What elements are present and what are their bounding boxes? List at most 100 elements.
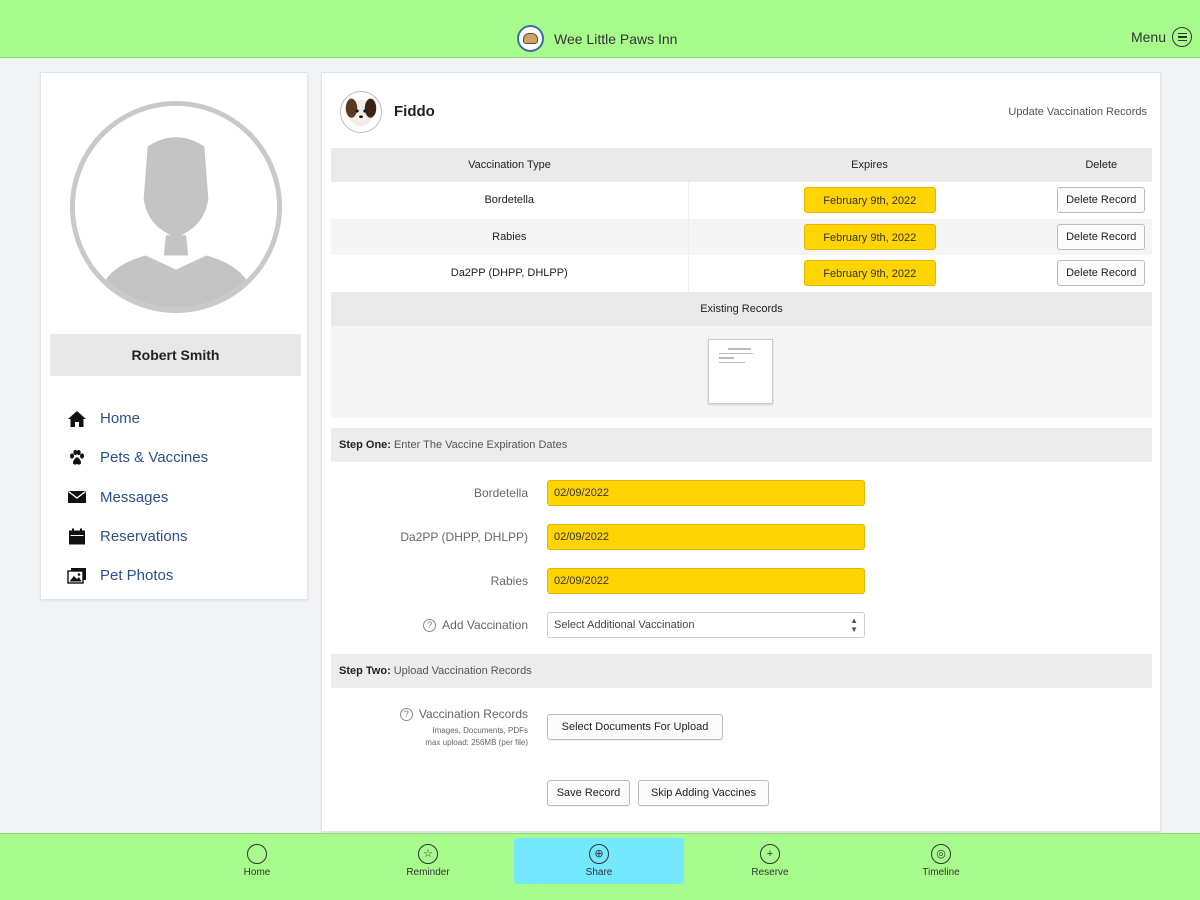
da2pp-date-input[interactable]: 02/09/2022	[547, 524, 865, 550]
save-record-button[interactable]: Save Record	[547, 780, 630, 806]
sidebar-item-label: Reservations	[100, 528, 188, 546]
vaccination-type: Rabies	[331, 218, 689, 255]
da2pp-label: Da2PP (DHPP, DHLPP)	[400, 530, 528, 544]
add-vaccination-text: Add Vaccination	[442, 618, 528, 632]
vaccination-records-label: ? Vaccination Records	[399, 707, 528, 722]
step-one-text: Enter The Vaccine Expiration Dates	[393, 439, 568, 451]
top-bar: Wee Little Paws Inn Menu	[0, 0, 1200, 58]
tab-share[interactable]: ⊕ Share	[514, 838, 684, 884]
bottom-tab-bar: Home ☆ Reminder ⊕ Share + Reserve ◎ Time…	[0, 833, 1200, 900]
avatar	[70, 101, 282, 313]
pet-name: Fiddo	[394, 103, 435, 120]
step-two-title: Step Two:	[339, 665, 391, 677]
home-icon	[66, 408, 88, 430]
existing-records-area	[331, 326, 1152, 418]
sidebar-item-label: Pet Photos	[100, 567, 174, 585]
tab-label: Timeline	[922, 867, 960, 878]
step-one-header: Step One: Enter The Vaccine Expiration D…	[331, 428, 1152, 462]
expiration-date: February 9th, 2022	[803, 260, 936, 287]
info-icon[interactable]: ?	[399, 708, 413, 722]
upload-note-types: Images, Documents, PDFs	[432, 726, 528, 735]
info-icon[interactable]: ?	[423, 619, 437, 633]
upload-note-limit: max upload: 256MB (per file)	[425, 738, 528, 747]
avatar-placeholder-icon	[75, 106, 277, 308]
select-documents-button[interactable]: Select Documents For Upload	[547, 714, 723, 740]
plus-circle-icon: +	[760, 844, 780, 864]
brand[interactable]: Wee Little Paws Inn	[517, 25, 677, 52]
tab-label: Reminder	[406, 867, 450, 878]
home-circle-icon	[247, 844, 267, 864]
sidebar-item-pets-vaccines[interactable]: Pets & Vaccines	[66, 438, 208, 477]
select-arrow-icon: ▲ ▼	[850, 616, 858, 634]
tab-reserve[interactable]: + Reserve	[685, 838, 855, 884]
tab-reminder[interactable]: ☆ Reminder	[343, 838, 513, 884]
expiration-date: February 9th, 2022	[803, 187, 936, 214]
tab-label: Home	[243, 867, 271, 878]
expiration-cell: February 9th, 2022	[688, 218, 1051, 255]
hamburger-icon	[1172, 27, 1192, 47]
app-title: Wee Little Paws Inn	[554, 30, 678, 47]
sidebar-item-pet-photos[interactable]: Pet Photos	[66, 556, 208, 595]
rabies-label: Rabies	[490, 574, 528, 588]
step-one-title: Step One:	[339, 439, 391, 451]
update-vaccination-link[interactable]: Update Vaccination Records	[1008, 106, 1147, 118]
user-name: Robert Smith	[50, 334, 301, 376]
pet-avatar	[340, 91, 382, 133]
delete-record-button[interactable]: Delete Record	[1057, 260, 1146, 287]
vaccination-type: Bordetella	[331, 182, 689, 219]
reminder-icon: ☆	[418, 844, 438, 864]
table-row: Bordetella February 9th, 2022 Delete Rec…	[331, 182, 1152, 219]
bordetella-label: Bordetella	[473, 486, 528, 500]
tab-label: Share	[585, 867, 613, 878]
sidebar-item-home[interactable]: Home	[66, 399, 208, 438]
paw-icon	[66, 447, 88, 469]
timeline-icon: ◎	[931, 844, 951, 864]
tab-label: Reserve	[751, 867, 789, 878]
table-row: Rabies February 9th, 2022 Delete Record	[331, 218, 1152, 255]
delete-record-button[interactable]: Delete Record	[1057, 223, 1146, 250]
delete-cell: Delete Record	[1051, 182, 1152, 219]
calendar-icon	[66, 526, 88, 548]
sidebar-nav: Home Pets & Vaccines Messages Reservatio…	[66, 399, 208, 595]
step-two-header: Step Two: Upload Vaccination Records	[331, 654, 1152, 688]
vaccination-type: Da2PP (DHPP, DHLPP)	[331, 255, 689, 292]
select-placeholder: Select Additional Vaccination	[554, 619, 695, 631]
paw-inn-logo	[517, 25, 544, 52]
additional-vaccination-select[interactable]: Select Additional Vaccination ▲ ▼	[547, 612, 865, 638]
vaccination-panel: Fiddo Update Vaccination Records Vaccina…	[321, 72, 1161, 832]
vaccination-records-text: Vaccination Records	[418, 707, 528, 721]
photo-icon	[66, 565, 88, 587]
vaccination-table: Vaccination Type Expires Delete Bordetel…	[331, 148, 1152, 292]
share-icon: ⊕	[589, 844, 609, 864]
rabies-date-input[interactable]: 02/09/2022	[547, 568, 865, 594]
dog-photo-icon	[341, 92, 381, 132]
column-header-type: Vaccination Type	[331, 148, 688, 182]
expiration-cell: February 9th, 2022	[688, 255, 1051, 292]
step-two-text: Upload Vaccination Records	[393, 665, 532, 677]
existing-records-header: Existing Records	[331, 292, 1152, 326]
column-header-expires: Expires	[688, 148, 1051, 182]
profile-sidebar: Robert Smith Home Pets & Vaccines Messag…	[40, 72, 308, 600]
table-header-row: Vaccination Type Expires Delete	[331, 148, 1152, 182]
upload-note: Images, Documents, PDFs max upload: 256M…	[425, 725, 528, 749]
document-thumbnail[interactable]	[708, 339, 773, 404]
column-header-delete: Delete	[1051, 148, 1152, 182]
delete-cell: Delete Record	[1051, 255, 1152, 292]
menu-button[interactable]: Menu	[1131, 27, 1192, 47]
skip-vaccines-button[interactable]: Skip Adding Vaccines	[638, 780, 769, 806]
expiration-cell: February 9th, 2022	[688, 182, 1051, 219]
envelope-icon	[66, 486, 88, 508]
expiration-date: February 9th, 2022	[803, 223, 936, 250]
sidebar-item-label: Home	[100, 410, 141, 428]
delete-record-button[interactable]: Delete Record	[1057, 187, 1146, 214]
sidebar-item-label: Pets & Vaccines	[100, 449, 209, 467]
bordetella-date-input[interactable]: 02/09/2022	[547, 480, 865, 506]
sidebar-item-messages[interactable]: Messages	[66, 478, 208, 517]
table-row: Da2PP (DHPP, DHLPP) February 9th, 2022 D…	[331, 255, 1152, 292]
sidebar-item-reservations[interactable]: Reservations	[66, 517, 208, 556]
sidebar-item-label: Messages	[100, 488, 169, 506]
add-vaccination-label: ? Add Vaccination	[423, 618, 528, 633]
delete-cell: Delete Record	[1051, 218, 1152, 255]
tab-home[interactable]: Home	[172, 838, 342, 884]
tab-timeline[interactable]: ◎ Timeline	[856, 838, 1026, 884]
